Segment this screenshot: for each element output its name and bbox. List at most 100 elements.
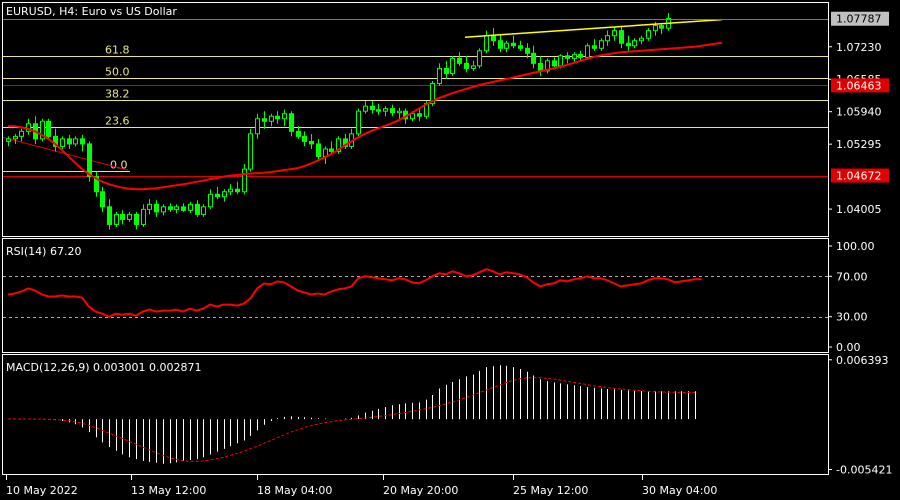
rsi-panel-frame	[2, 238, 829, 353]
rsi-indicator: 100.00 70.00 30.00 0.00	[3, 240, 875, 354]
axes: 1.077871.072301.065851.064631.059401.052…	[3, 11, 889, 497]
candle-body	[248, 133, 253, 170]
fib-level-label: 23.6	[105, 115, 130, 128]
candle-body	[417, 113, 422, 117]
candle-body	[222, 191, 227, 198]
candle-body	[363, 105, 368, 112]
candle-body	[289, 113, 294, 132]
rsi-axis-label: 0.00	[836, 341, 861, 354]
candle-body	[471, 65, 476, 69]
candle-body	[632, 40, 637, 47]
candle-body	[60, 138, 65, 147]
candle-body	[296, 130, 301, 137]
candle-body	[329, 148, 334, 152]
rsi-axis-label: 70.00	[836, 270, 868, 283]
candle-body	[120, 213, 125, 220]
price-tag-label: 1.07787	[836, 13, 882, 26]
chart-title: EURUSD, H4: Euro vs US Dollar	[6, 5, 177, 18]
candle-body	[87, 143, 92, 178]
candle-body	[154, 203, 159, 213]
fib-level-label: 61.8	[105, 44, 130, 57]
price-axis-label: 1.05940	[836, 106, 882, 119]
time-axis-label: 25 May 12:00	[513, 484, 588, 497]
candle-body	[242, 168, 247, 193]
candle-body	[255, 118, 260, 135]
time-axis-label: 18 May 04:00	[257, 484, 332, 497]
candle-body	[67, 138, 72, 145]
trading-chart[interactable]: 61.850.038.223.60.0 100.0070.0030.000.00…	[0, 0, 900, 500]
candle-body	[511, 42, 516, 47]
candle-body	[605, 35, 610, 42]
candle-body	[531, 52, 536, 64]
candle-body	[215, 193, 220, 198]
candle-body	[599, 40, 604, 49]
price-tag-label: 1.04672	[836, 170, 882, 183]
candle-body	[558, 55, 563, 67]
candle-body	[612, 30, 617, 37]
candle-body	[585, 45, 590, 58]
candle-body	[383, 108, 388, 112]
rsi-axis-label: 30.00	[836, 311, 868, 324]
candle-body	[437, 67, 442, 85]
candle-body	[269, 115, 274, 122]
candle-body	[376, 109, 381, 112]
fibonacci-retracement[interactable]: 61.850.038.223.60.0	[2, 44, 828, 172]
fib-level-label: 38.2	[105, 88, 130, 101]
candle-body	[275, 115, 280, 120]
candle-body	[626, 42, 631, 47]
candle-body	[13, 135, 18, 140]
candle-body	[134, 213, 139, 225]
macd-axis-label: -0.005421	[836, 463, 892, 476]
candle-body	[498, 40, 503, 49]
trendline[interactable]	[464, 18, 723, 38]
candle-body	[565, 55, 570, 59]
candle-body	[181, 206, 186, 211]
trendline-line	[464, 18, 723, 38]
price-tag-label: 1.06463	[836, 79, 882, 92]
candle-body	[147, 203, 152, 210]
candle-body	[592, 45, 597, 49]
candle-body	[114, 213, 119, 225]
macd-label: MACD(12,26,9) 0.003001 0.002871	[6, 361, 202, 374]
candle-body	[201, 206, 206, 215]
fib-level-label: 50.0	[105, 66, 130, 79]
candle-body	[525, 47, 530, 54]
candle-body	[491, 35, 496, 42]
candle-body	[174, 206, 179, 210]
candle-body	[228, 188, 233, 193]
candle-body	[356, 110, 361, 135]
rsi-axis-label: 100.00	[836, 240, 875, 253]
candle-body	[518, 45, 523, 49]
candle-body	[73, 138, 78, 145]
candle-body	[141, 208, 146, 225]
candle-body	[6, 138, 11, 142]
time-axis-label: 13 May 12:00	[131, 484, 206, 497]
candle-body	[646, 30, 651, 39]
candle-body	[390, 108, 395, 114]
candle-body	[208, 193, 213, 208]
price-axis-label: 1.07230	[836, 41, 882, 54]
candle-body	[450, 57, 455, 74]
candle-body	[262, 118, 267, 122]
candle-body	[107, 206, 112, 225]
price-axis-label: 1.04005	[836, 203, 882, 216]
candle-body	[504, 42, 509, 49]
candle-body	[46, 120, 51, 137]
candle-body	[572, 53, 577, 59]
candle-body	[302, 135, 307, 142]
candle-body	[127, 213, 132, 220]
price-axis-label: 1.05295	[836, 138, 882, 151]
candle-body	[410, 113, 415, 120]
candle-body	[235, 188, 240, 193]
candle-body	[538, 62, 543, 72]
candle-body	[464, 62, 469, 69]
candle-body	[309, 140, 314, 145]
time-axis-label: 20 May 20:00	[383, 484, 458, 497]
candle-body	[552, 60, 557, 67]
candle-body	[639, 37, 644, 42]
candle-body	[19, 130, 24, 137]
macd-signal-line	[8, 376, 695, 462]
candle-body	[188, 203, 193, 211]
time-axis-label: 30 May 04:00	[642, 484, 717, 497]
candle-body	[578, 53, 583, 58]
